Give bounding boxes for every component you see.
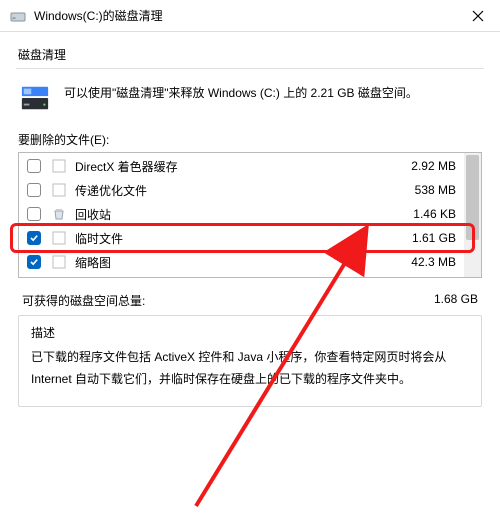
item-label: 缩略图 bbox=[75, 254, 386, 271]
description-group: 描述 已下载的程序文件包括 ActiveX 控件和 Java 小程序，你查看特定… bbox=[18, 315, 482, 407]
window-title: Windows(C:)的磁盘清理 bbox=[34, 7, 456, 24]
file-icon bbox=[51, 254, 67, 270]
description-legend: 描述 bbox=[27, 324, 59, 341]
scrollbar-thumb[interactable] bbox=[466, 155, 479, 240]
list-item[interactable]: 临时文件 1.61 GB bbox=[19, 226, 464, 250]
item-size: 42.3 MB bbox=[386, 255, 456, 269]
drive-icon bbox=[10, 8, 26, 24]
checkbox[interactable] bbox=[27, 207, 41, 221]
scrollbar[interactable] bbox=[464, 153, 481, 277]
file-list: DirectX 着色器缓存 2.92 MB 传递优化文件 538 MB 回收站 … bbox=[18, 152, 482, 278]
list-item[interactable]: 传递优化文件 538 MB bbox=[19, 178, 464, 202]
total-row: 可获得的磁盘空间总量: 1.68 GB bbox=[22, 292, 478, 309]
item-label: 回收站 bbox=[75, 206, 386, 223]
description-text: 已下载的程序文件包括 ActiveX 控件和 Java 小程序，你查看特定网页时… bbox=[31, 347, 469, 390]
list-item[interactable]: 缩略图 42.3 MB bbox=[19, 250, 464, 274]
checkbox[interactable] bbox=[27, 231, 41, 245]
item-label: 临时文件 bbox=[75, 230, 386, 247]
file-icon bbox=[51, 158, 67, 174]
list-item[interactable]: DirectX 着色器缓存 2.92 MB bbox=[19, 154, 464, 178]
item-label: 传递优化文件 bbox=[75, 182, 386, 199]
checkbox[interactable] bbox=[27, 183, 41, 197]
tab-disk-cleanup[interactable]: 磁盘清理 bbox=[16, 42, 484, 69]
titlebar: Windows(C:)的磁盘清理 bbox=[0, 0, 500, 32]
item-size: 1.46 KB bbox=[386, 207, 456, 221]
total-value: 1.68 GB bbox=[434, 292, 478, 309]
item-size: 538 MB bbox=[386, 183, 456, 197]
intro-block: 可以使用"磁盘清理"来释放 Windows (C:) 上的 2.21 GB 磁盘… bbox=[20, 83, 480, 113]
total-label: 可获得的磁盘空间总量: bbox=[22, 292, 434, 309]
tab-divider bbox=[16, 68, 484, 69]
item-label: DirectX 着色器缓存 bbox=[75, 158, 386, 175]
file-icon bbox=[51, 182, 67, 198]
checkbox[interactable] bbox=[27, 255, 41, 269]
file-icon bbox=[51, 230, 67, 246]
list-item[interactable]: 回收站 1.46 KB bbox=[19, 202, 464, 226]
recycle-bin-icon bbox=[51, 206, 67, 222]
checkbox[interactable] bbox=[27, 159, 41, 173]
drive-large-icon bbox=[20, 83, 50, 113]
files-to-delete-label: 要删除的文件(E): bbox=[18, 131, 482, 148]
item-size: 2.92 MB bbox=[386, 159, 456, 173]
intro-text: 可以使用"磁盘清理"来释放 Windows (C:) 上的 2.21 GB 磁盘… bbox=[64, 83, 418, 113]
item-size: 1.61 GB bbox=[386, 231, 456, 245]
close-button[interactable] bbox=[456, 0, 500, 31]
